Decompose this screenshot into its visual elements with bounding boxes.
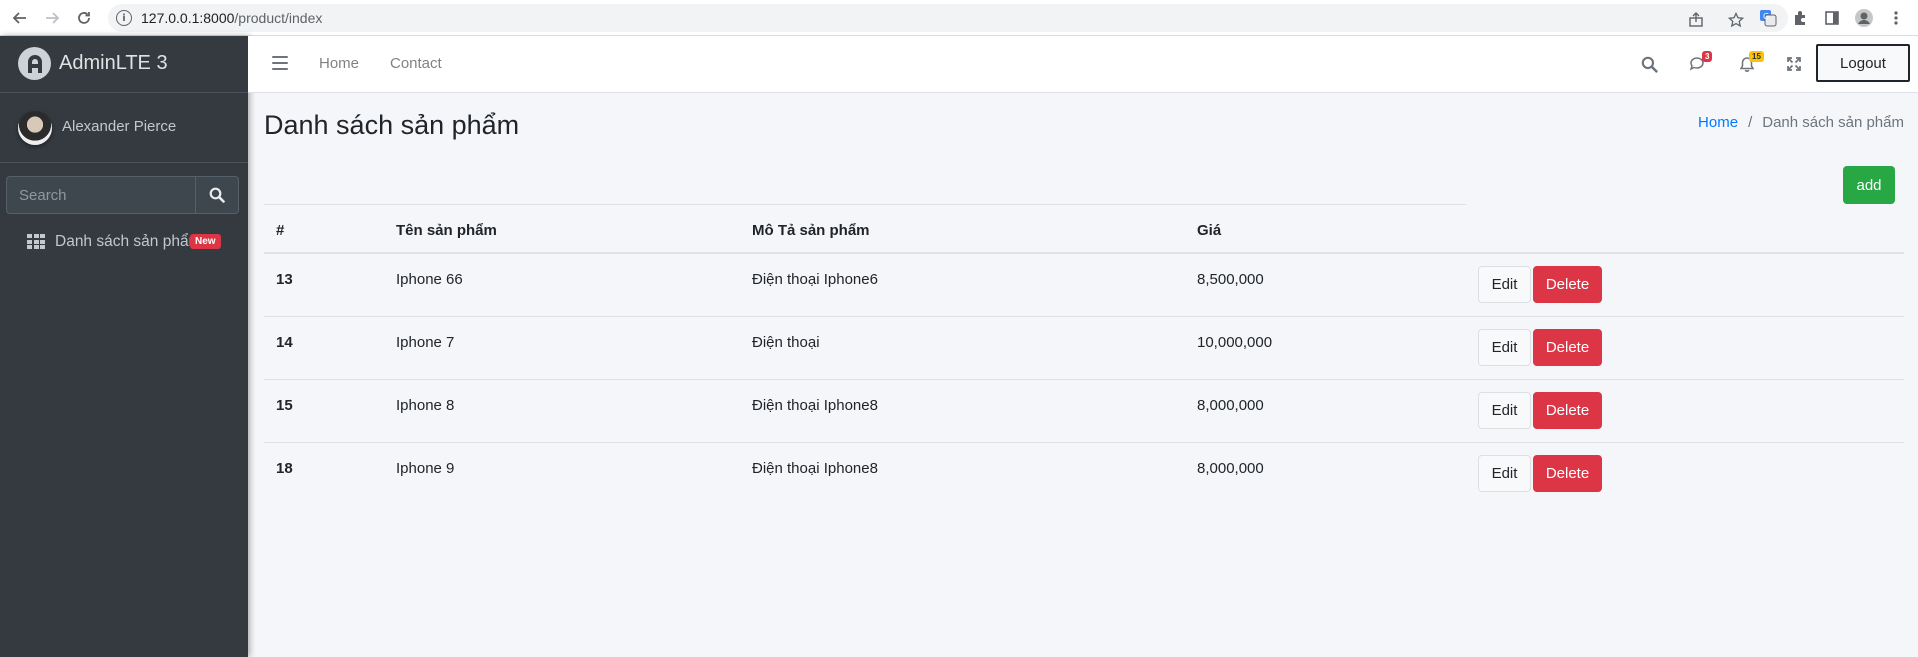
navbar-search-icon[interactable] [1638, 53, 1660, 75]
notifications-bell-icon[interactable]: 15 [1736, 51, 1764, 75]
adminlte-logo [18, 47, 51, 80]
svg-text:G: G [1763, 12, 1769, 21]
cell-description: Điện thoại Iphone8 [752, 397, 878, 414]
delete-button[interactable]: Delete [1533, 266, 1602, 303]
sidebar-search-button[interactable] [195, 176, 239, 214]
bookmark-star-icon[interactable] [1726, 10, 1746, 30]
cell-description: Điện thoại Iphone8 [752, 460, 878, 477]
cell-name: Iphone 8 [396, 397, 455, 414]
th-grid-icon [27, 234, 45, 250]
messages-count-badge: 3 [1702, 51, 1713, 62]
edit-button[interactable]: Edit [1478, 455, 1531, 492]
cell-id: 13 [276, 271, 293, 288]
profile-avatar-icon[interactable] [1852, 6, 1876, 30]
cell-price: 8,000,000 [1197, 397, 1264, 414]
brand-text: AdminLTE 3 [59, 52, 168, 74]
cell-name: Iphone 9 [396, 460, 455, 477]
menu-toggle-icon[interactable] [272, 56, 288, 70]
sidebar-search [6, 176, 239, 214]
cell-name: Iphone 66 [396, 271, 463, 288]
url-text: 127.0.0.1:8000/product/index [141, 10, 323, 26]
delete-button[interactable]: Delete [1533, 455, 1602, 492]
cell-description: Điện thoại [752, 334, 820, 351]
table-row: 18 Iphone 9 Điện thoại Iphone8 8,000,000… [264, 443, 1904, 506]
nav-link-home[interactable]: Home [319, 55, 359, 72]
edit-button[interactable]: Edit [1478, 266, 1531, 303]
sidebar-search-input[interactable] [6, 176, 195, 214]
address-bar[interactable]: i 127.0.0.1:8000/product/index [108, 4, 1788, 32]
edit-button[interactable]: Edit [1478, 392, 1531, 429]
translate-icon[interactable]: G [1756, 6, 1780, 30]
sidebar-item-label: Danh sách sản phẩm [55, 233, 198, 250]
breadcrumb-home-link[interactable]: Home [1698, 114, 1738, 131]
add-product-button[interactable]: add [1843, 166, 1895, 204]
user-panel: Alexander Pierce [0, 93, 248, 163]
back-icon[interactable] [8, 6, 32, 30]
breadcrumb: Home / Danh sách sản phẩm [1698, 114, 1904, 131]
column-header-price: Giá [1197, 222, 1222, 239]
column-header-name: Tên sản phẩm [396, 222, 497, 239]
search-icon [209, 187, 225, 203]
cell-description: Điện thoại Iphone6 [752, 271, 878, 288]
browser-toolbar: i 127.0.0.1:8000/product/index G [0, 0, 1918, 36]
product-table: # Tên sản phẩm Mô Tả sản phẩm Giá 13 Iph… [264, 204, 1904, 506]
table-row: 15 Iphone 8 Điện thoại Iphone8 8,000,000… [264, 380, 1904, 443]
logout-button[interactable]: Logout [1816, 44, 1910, 82]
table-row: 13 Iphone 66 Điện thoại Iphone6 8,500,00… [264, 254, 1904, 317]
column-header-id: # [276, 222, 285, 239]
cell-id: 18 [276, 460, 293, 477]
page-title: Danh sách sản phẩm [264, 110, 520, 140]
cell-id: 14 [276, 334, 293, 351]
main-sidebar: AdminLTE 3 Alexander Pierce Danh sách sả… [0, 36, 248, 657]
user-avatar [18, 111, 52, 145]
cell-id: 15 [276, 397, 293, 414]
table-header-row: # Tên sản phẩm Mô Tả sản phẩm Giá [264, 204, 1904, 254]
side-panel-icon[interactable] [1820, 6, 1844, 30]
delete-button[interactable]: Delete [1533, 329, 1602, 366]
user-name[interactable]: Alexander Pierce [62, 118, 176, 135]
forward-icon[interactable] [40, 6, 64, 30]
reload-icon[interactable] [72, 6, 96, 30]
top-navbar: Home Contact 3 15 Logout [248, 36, 1918, 93]
share-icon[interactable] [1686, 10, 1706, 30]
messages-comments-icon[interactable]: 3 [1687, 51, 1713, 75]
breadcrumb-current: Danh sách sản phẩm [1762, 114, 1904, 131]
cell-price: 8,000,000 [1197, 460, 1264, 477]
cell-price: 10,000,000 [1197, 334, 1273, 351]
table-row: 14 Iphone 7 Điện thoại 10,000,000 Edit D… [264, 317, 1904, 380]
edit-button[interactable]: Edit [1478, 329, 1531, 366]
extensions-puzzle-icon[interactable] [1788, 6, 1812, 30]
cell-price: 8,500,000 [1197, 271, 1264, 288]
fullscreen-expand-icon[interactable] [1783, 53, 1805, 75]
browser-menu-icon[interactable] [1884, 6, 1908, 30]
column-header-description: Mô Tả sản phẩm [752, 222, 870, 239]
brand-link[interactable]: AdminLTE 3 [0, 36, 248, 93]
site-info-icon[interactable]: i [116, 10, 132, 26]
nav-link-contact[interactable]: Contact [390, 55, 442, 72]
notifications-count-badge: 15 [1749, 51, 1764, 62]
new-badge: New [190, 234, 221, 249]
delete-button[interactable]: Delete [1533, 392, 1602, 429]
cell-name: Iphone 7 [396, 334, 455, 351]
breadcrumb-separator: / [1748, 114, 1753, 131]
sidebar-item-product-list[interactable]: Danh sách sản phẩm New [8, 222, 240, 260]
